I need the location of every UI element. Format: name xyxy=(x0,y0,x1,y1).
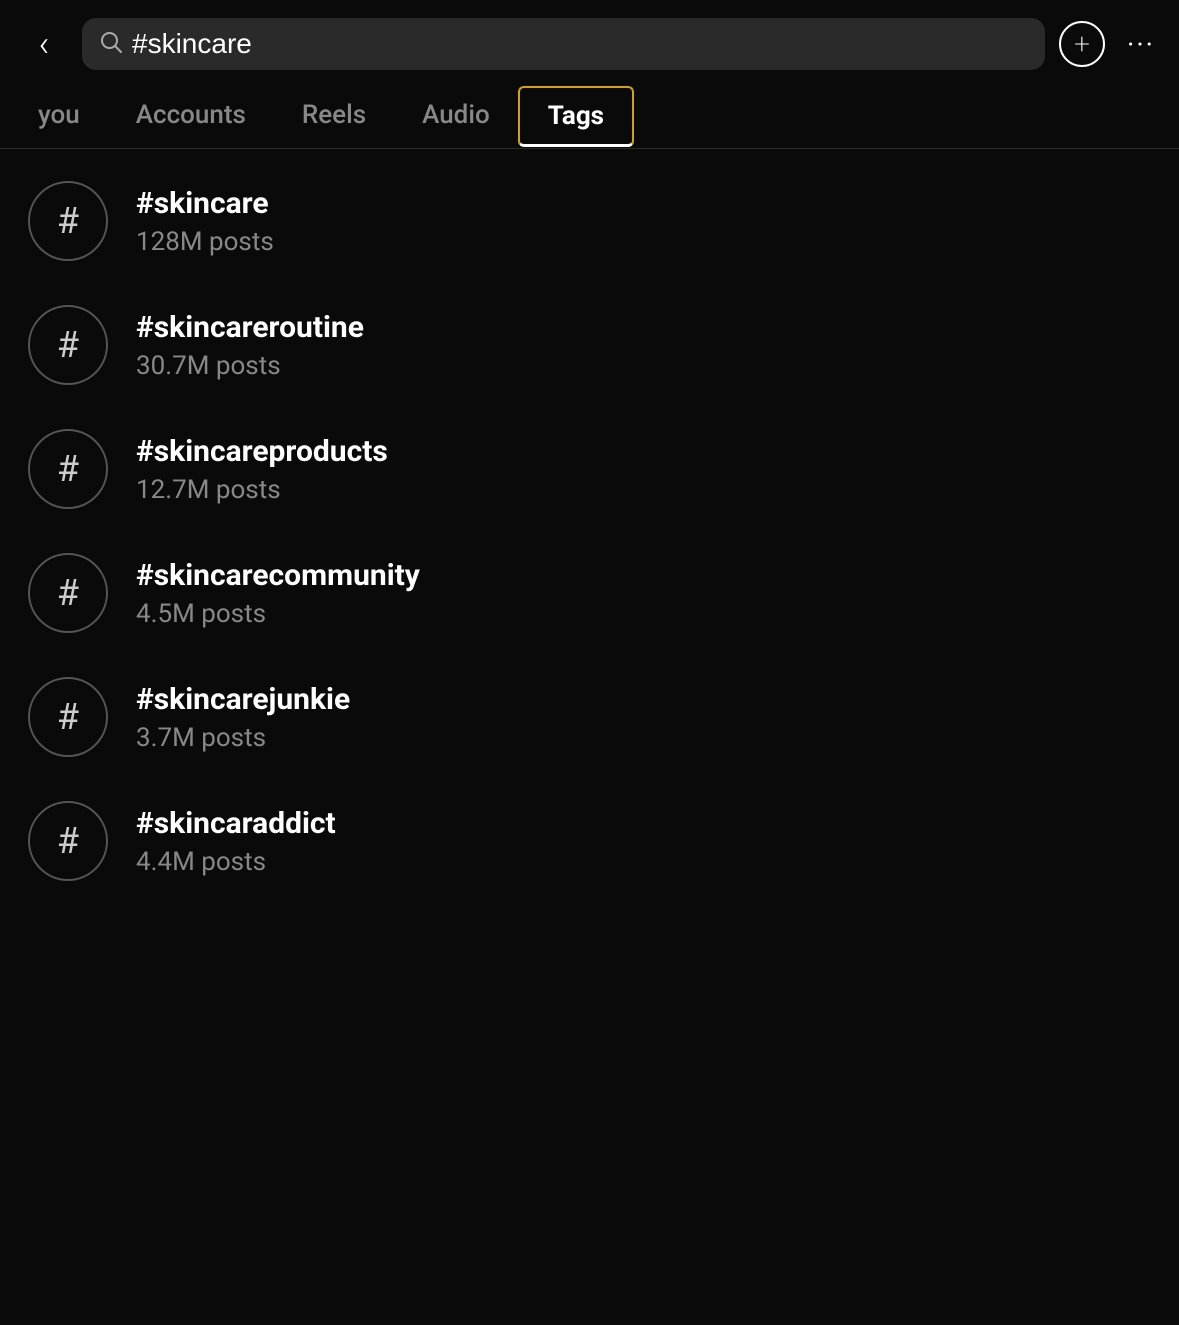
tag-name: #skincaraddict xyxy=(136,806,336,841)
search-bar[interactable] xyxy=(82,18,1045,70)
tag-info: #skincaraddict 4.4M posts xyxy=(136,806,336,877)
hashtag-icon: # xyxy=(28,677,108,757)
tab-accounts[interactable]: Accounts xyxy=(108,84,274,149)
tag-name: #skincarejunkie xyxy=(136,682,350,717)
back-button[interactable]: ‹ xyxy=(20,20,68,68)
tags-list: # #skincare 128M posts # #skincareroutin… xyxy=(0,149,1179,913)
back-icon: ‹ xyxy=(39,26,50,62)
header: ‹ + ··· xyxy=(0,0,1179,84)
tag-info: #skincarejunkie 3.7M posts xyxy=(136,682,350,753)
search-input[interactable] xyxy=(132,28,1027,60)
tag-info: #skincarecommunity 4.5M posts xyxy=(136,558,420,629)
tag-name: #skincarecommunity xyxy=(136,558,420,593)
tag-name: #skincareproducts xyxy=(136,434,388,469)
tag-name: #skincareroutine xyxy=(136,310,364,345)
tab-audio[interactable]: Audio xyxy=(394,84,518,149)
tag-posts: 4.4M posts xyxy=(136,847,336,877)
tag-item-skincarejunkie[interactable]: # #skincarejunkie 3.7M posts xyxy=(0,655,1179,779)
hashtag-icon: # xyxy=(28,305,108,385)
tag-item-skincareproducts[interactable]: # #skincareproducts 12.7M posts xyxy=(0,407,1179,531)
tag-item-skincaraddict[interactable]: # #skincaraddict 4.4M posts xyxy=(0,779,1179,903)
tab-for-you[interactable]: you xyxy=(10,84,108,149)
tabs-bar: you Accounts Reels Audio Tags xyxy=(0,84,1179,149)
add-icon: + xyxy=(1074,30,1090,58)
tag-posts: 3.7M posts xyxy=(136,723,350,753)
tag-posts: 128M posts xyxy=(136,227,274,257)
tag-info: #skincare 128M posts xyxy=(136,186,274,257)
hashtag-icon: # xyxy=(28,429,108,509)
hashtag-icon: # xyxy=(28,181,108,261)
hashtag-icon: # xyxy=(28,801,108,881)
tab-reels[interactable]: Reels xyxy=(274,84,394,149)
add-button[interactable]: + xyxy=(1059,21,1105,67)
tag-info: #skincareroutine 30.7M posts xyxy=(136,310,364,381)
tag-info: #skincareproducts 12.7M posts xyxy=(136,434,388,505)
tag-item-skincare[interactable]: # #skincare 128M posts xyxy=(0,159,1179,283)
tag-item-skincareroutine[interactable]: # #skincareroutine 30.7M posts xyxy=(0,283,1179,407)
tag-posts: 4.5M posts xyxy=(136,599,420,629)
tag-item-skincarecommunity[interactable]: # #skincarecommunity 4.5M posts xyxy=(0,531,1179,655)
search-icon xyxy=(100,31,122,58)
hashtag-icon: # xyxy=(28,553,108,633)
tag-posts: 12.7M posts xyxy=(136,475,388,505)
more-icon: ··· xyxy=(1127,28,1155,61)
tab-tags[interactable]: Tags xyxy=(518,86,634,147)
tag-posts: 30.7M posts xyxy=(136,351,364,381)
header-actions: + ··· xyxy=(1059,21,1159,67)
more-button[interactable]: ··· xyxy=(1123,24,1159,65)
tag-name: #skincare xyxy=(136,186,274,221)
